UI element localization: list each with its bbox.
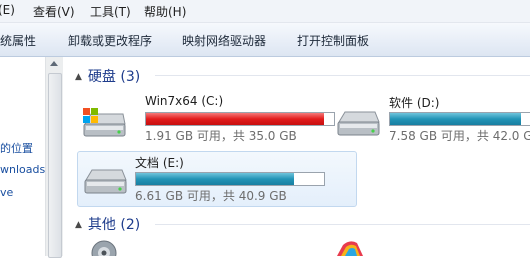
drive-usage-bar bbox=[145, 112, 335, 126]
map-network-drive-button[interactable]: 映射网络驱动器 bbox=[182, 32, 266, 49]
drive-free-space: 1.91 GB 可用，共 35.0 GB bbox=[145, 129, 297, 143]
uninstall-program-button[interactable]: 卸载或更改程序 bbox=[68, 32, 152, 49]
drive-label: 文档 (E:) bbox=[135, 156, 184, 170]
group-divider bbox=[155, 224, 530, 225]
drive-usage-bar bbox=[135, 172, 325, 186]
group-other[interactable]: ▲ 其他 (2) bbox=[75, 214, 140, 234]
nav-item-drive[interactable]: ve bbox=[0, 186, 13, 199]
group-other-label: 其他 (2) bbox=[87, 217, 141, 233]
scroll-up-arrow-icon[interactable] bbox=[50, 61, 58, 66]
scroll-thumb[interactable] bbox=[48, 73, 62, 258]
nav-item-downloads[interactable]: wnloads bbox=[0, 163, 45, 176]
open-control-panel-button[interactable]: 打开控制面板 bbox=[297, 32, 369, 49]
nav-scrollbar[interactable] bbox=[45, 57, 63, 258]
collapse-arrow-icon[interactable]: ▲ bbox=[75, 72, 82, 82]
app-drive-icon bbox=[337, 241, 363, 256]
drive-free-space: 7.58 GB 可用，共 42.0 GB bbox=[389, 129, 530, 143]
usage-fill bbox=[136, 173, 294, 185]
hard-drive-icon bbox=[84, 169, 127, 194]
menu-edit[interactable]: (E) bbox=[0, 3, 15, 17]
drive-c[interactable]: Win7x64 (C:) 1.91 GB 可用，共 35.0 GB bbox=[73, 92, 349, 147]
drive-free-space: 6.61 GB 可用，共 40.9 GB bbox=[135, 189, 287, 203]
drive-usage-bar bbox=[389, 112, 530, 126]
hard-drive-icon bbox=[337, 111, 380, 136]
menu-view[interactable]: 查看(V) bbox=[33, 3, 75, 20]
usage-fill bbox=[390, 113, 522, 125]
menu-tools[interactable]: 工具(T) bbox=[90, 3, 131, 20]
drive-label: Win7x64 (C:) bbox=[145, 94, 224, 108]
collapse-arrow-icon[interactable]: ▲ bbox=[75, 220, 82, 230]
drive-label: 软件 (D:) bbox=[389, 96, 440, 110]
navigation-pane: 的位置 wnloads ve bbox=[0, 57, 45, 256]
group-divider bbox=[155, 75, 530, 76]
drive-d[interactable]: 软件 (D:) 7.58 GB 可用，共 42.0 GB bbox=[327, 92, 530, 147]
drive-e[interactable]: 文档 (E:) 6.61 GB 可用，共 40.9 GB bbox=[77, 151, 357, 207]
nav-item-recent-places[interactable]: 的位置 bbox=[0, 140, 33, 156]
group-hard-disks-label: 硬盘 (3) bbox=[87, 69, 141, 85]
menu-help[interactable]: 帮助(H) bbox=[144, 3, 186, 20]
usage-fill bbox=[146, 113, 324, 125]
command-bar: 统属性 卸载或更改程序 映射网络驱动器 打开控制面板 bbox=[0, 23, 530, 57]
system-properties-button[interactable]: 统属性 bbox=[0, 32, 36, 49]
menu-bar: (E) 查看(V) 工具(T) 帮助(H) bbox=[0, 0, 530, 23]
device-icon bbox=[91, 240, 117, 256]
content-pane: ▲ 硬盘 (3) Win7x64 (C:) 1.91 GB 可用，共 35.0 G… bbox=[63, 57, 530, 256]
windows-drive-icon bbox=[83, 108, 126, 137]
group-hard-disks[interactable]: ▲ 硬盘 (3) bbox=[75, 66, 140, 86]
